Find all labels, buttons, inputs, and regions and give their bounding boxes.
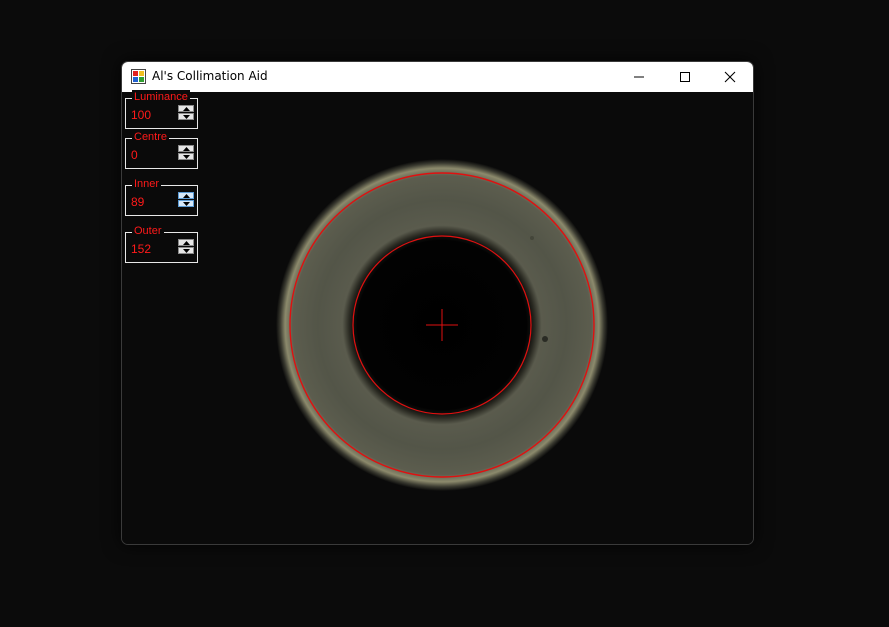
outer-decrement-button[interactable]	[178, 247, 194, 254]
dust-spot	[542, 336, 548, 342]
outer-spinner[interactable]	[178, 239, 194, 255]
down-arrow-icon	[183, 115, 190, 119]
centre-decrement-button[interactable]	[178, 153, 194, 160]
inner-group: Inner	[125, 177, 198, 216]
luminance-group: Luminance	[125, 90, 198, 129]
minimize-button[interactable]	[616, 62, 662, 92]
luminance-label: Luminance	[132, 90, 190, 104]
colorful-app-icon	[131, 69, 146, 84]
minimize-icon	[634, 76, 644, 78]
inner-increment-button[interactable]	[178, 192, 194, 199]
camera-viewport[interactable]: Luminance Centre	[122, 90, 753, 544]
centre-label: Centre	[132, 130, 170, 144]
inner-input[interactable]	[131, 194, 175, 210]
outer-label: Outer	[132, 224, 164, 238]
up-arrow-icon	[183, 107, 190, 111]
luminance-decrement-button[interactable]	[178, 113, 194, 120]
window-title: Al's Collimation Aid	[152, 69, 268, 83]
maximize-button[interactable]	[662, 62, 708, 92]
luminance-increment-button[interactable]	[178, 105, 194, 112]
dust-spot	[530, 236, 534, 240]
luminance-spinner[interactable]	[178, 105, 194, 121]
down-arrow-icon	[183, 202, 190, 206]
down-arrow-icon	[183, 249, 190, 253]
centre-increment-button[interactable]	[178, 145, 194, 152]
outer-group: Outer	[125, 224, 198, 263]
collimation-view	[276, 159, 608, 491]
outer-increment-button[interactable]	[178, 239, 194, 246]
inner-spinner[interactable]	[178, 192, 194, 208]
close-button[interactable]	[707, 62, 753, 92]
up-arrow-icon	[183, 194, 190, 198]
app-window: Al's Collimation Aid Luminance 100 Centr…	[121, 61, 754, 545]
title-bar[interactable]: Al's Collimation Aid	[122, 62, 753, 92]
up-arrow-icon	[183, 147, 190, 151]
inner-decrement-button[interactable]	[178, 200, 194, 207]
outer-input[interactable]	[131, 241, 175, 257]
luminance-input[interactable]	[131, 107, 175, 123]
centre-group: Centre	[125, 130, 198, 169]
up-arrow-icon	[183, 241, 190, 245]
maximize-icon	[680, 72, 690, 82]
centre-spinner[interactable]	[178, 145, 194, 161]
centre-input[interactable]	[131, 147, 175, 163]
inner-label: Inner	[132, 177, 162, 191]
close-icon	[724, 71, 736, 83]
down-arrow-icon	[183, 155, 190, 159]
